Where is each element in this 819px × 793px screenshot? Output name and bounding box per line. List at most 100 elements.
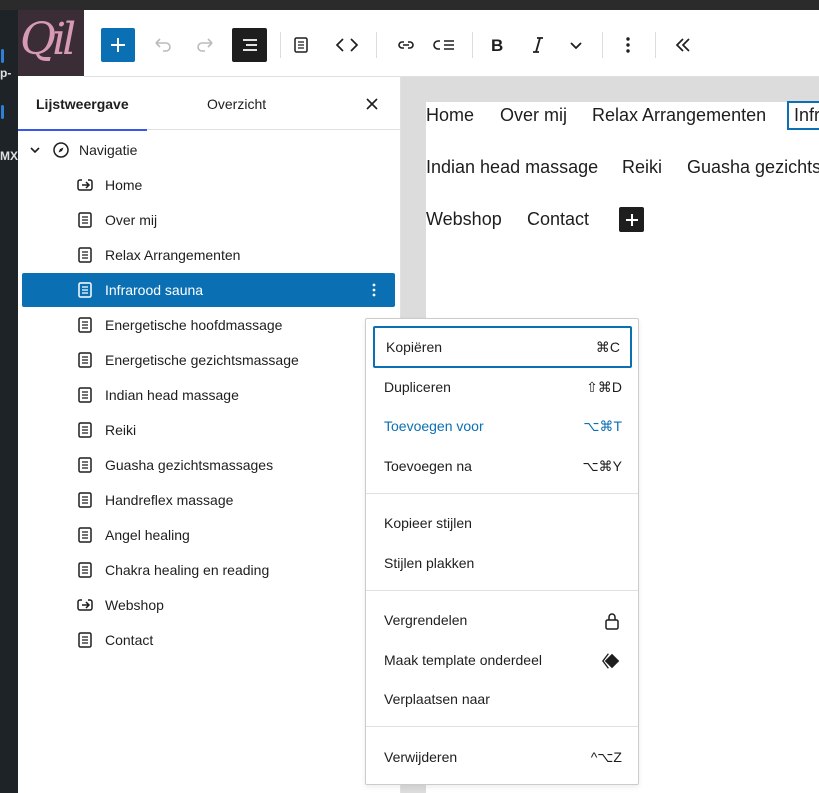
tree-item[interactable]: Relax Arrangementen — [22, 238, 395, 272]
site-logo[interactable]: Qil — [18, 10, 84, 76]
options-button[interactable] — [611, 28, 645, 62]
tree-item-label: Chakra healing en reading — [105, 562, 270, 578]
nav-link[interactable]: Indian head massage — [426, 157, 598, 178]
bold-icon: B — [491, 36, 503, 55]
tree-item-label: Handreflex massage — [105, 492, 234, 508]
menu-item-insert-before[interactable]: Toevoegen voor ⌥⌘T — [373, 405, 632, 447]
redo-button[interactable] — [188, 28, 222, 62]
menu-item-lock[interactable]: Vergrendelen — [373, 599, 632, 641]
menu-item-copy[interactable]: Kopiëren ⌘C — [373, 326, 632, 368]
tree-item[interactable]: Handreflex massage — [22, 483, 395, 517]
tab-list-view[interactable]: Lijstweergave — [18, 77, 147, 131]
plus-icon — [111, 38, 125, 52]
svg-text:B: B — [491, 36, 503, 55]
tree-item-label: Energetische gezichtsmassage — [105, 352, 299, 368]
document-overview-button[interactable] — [284, 28, 318, 62]
page-icon — [78, 247, 92, 263]
bold-button[interactable]: B — [480, 28, 514, 62]
undo-icon — [155, 38, 171, 52]
admin-label: p- — [0, 66, 12, 80]
tree-item-label: Indian head massage — [105, 387, 239, 403]
more-rich-text-button[interactable] — [559, 28, 593, 62]
tree-item-navigation[interactable]: Navigatie — [22, 133, 395, 167]
menu-item-label: Kopiëren — [386, 339, 443, 355]
tab-label: Overzicht — [207, 95, 267, 112]
tree-item-label: Energetische hoofdmassage — [105, 317, 283, 333]
close-panel-button[interactable] — [361, 93, 383, 115]
more-vertical-icon[interactable] — [365, 281, 383, 299]
menu-divider — [366, 590, 638, 591]
shortcut-label: ^⌥Z — [590, 748, 622, 765]
tree-item[interactable]: Indian head massage — [22, 378, 395, 412]
tree-item[interactable]: Contact — [22, 623, 395, 657]
compass-icon — [53, 142, 69, 158]
tree-item-label: Infrarood sauna — [105, 282, 204, 298]
shortcut-label: ⌥⌘T — [583, 417, 622, 434]
menu-item-delete[interactable]: Verwijderen ^⌥Z — [373, 736, 632, 778]
list-view-icon — [242, 39, 257, 51]
list-view-button[interactable] — [232, 28, 267, 62]
tree-item[interactable]: Angel healing — [22, 518, 395, 552]
tree-item[interactable]: Energetische hoofdmassage — [22, 308, 395, 342]
add-block-button[interactable] — [101, 28, 135, 62]
undo-button[interactable] — [146, 28, 180, 62]
nav-link[interactable]: Home — [426, 105, 474, 126]
menu-item-duplicate[interactable]: Dupliceren ⇧⌘D — [373, 366, 632, 408]
menu-item-create-template-part[interactable]: Maak template onderdeel — [373, 639, 632, 681]
close-icon — [366, 98, 378, 110]
tree-item[interactable]: Infrarood sauna — [22, 273, 395, 307]
browser-tab-strip — [0, 0, 819, 10]
menu-item-label: Toevoegen na — [384, 458, 472, 474]
nav-link[interactable]: Contact — [527, 209, 589, 230]
indicator-icon — [1, 49, 4, 63]
logo-text: Qil — [20, 14, 76, 65]
tree-item-label: Guasha gezichtsmassages — [105, 457, 274, 473]
nav-link[interactable]: Guasha gezichts — [687, 157, 819, 178]
menu-item-insert-after[interactable]: Toevoegen na ⌥⌘Y — [373, 445, 632, 487]
nav-link[interactable]: Reiki — [622, 157, 662, 178]
tree-item[interactable]: Chakra healing en reading — [22, 553, 395, 587]
tree-item[interactable]: Guasha gezichtsmassages — [22, 448, 395, 482]
menu-item-label: Verplaatsen naar — [384, 691, 490, 707]
italic-button[interactable] — [521, 28, 555, 62]
shortcut-label: ⌥⌘Y — [582, 457, 622, 474]
custom-link-icon — [77, 599, 93, 611]
tree-item[interactable]: Energetische gezichtsmassage — [22, 343, 395, 377]
menu-item-move-to[interactable]: Verplaatsen naar — [373, 678, 632, 720]
tree-item[interactable]: Reiki — [22, 413, 395, 447]
chevrons-left-icon — [675, 38, 690, 52]
menu-item-label: Stijlen plakken — [384, 555, 475, 571]
tree-item[interactable]: Over mij — [22, 203, 395, 237]
link-button[interactable] — [389, 28, 423, 62]
menu-item-label: Vergrendelen — [384, 612, 468, 628]
nav-link[interactable]: Webshop — [426, 209, 502, 230]
collapse-button[interactable] — [666, 28, 700, 62]
chevron-down-icon[interactable] — [28, 143, 42, 157]
page-icon — [78, 212, 92, 228]
italic-icon — [533, 37, 543, 53]
nav-link[interactable]: Relax Arrangementen — [592, 105, 766, 126]
tree-item[interactable]: Home — [22, 168, 395, 202]
menu-divider — [366, 726, 638, 727]
add-submenu-button[interactable] — [428, 28, 462, 62]
tree-item-label: Contact — [105, 632, 154, 648]
menu-item-label: Dupliceren — [384, 379, 451, 395]
nav-link-selected[interactable]: Infr — [786, 101, 819, 130]
menu-item-paste-styles[interactable]: Stijlen plakken — [373, 542, 632, 584]
add-nav-item-button[interactable] — [619, 207, 644, 232]
custom-link-icon — [77, 179, 93, 191]
plus-icon — [625, 213, 638, 226]
menu-item-copy-styles[interactable]: Kopieer stijlen — [373, 502, 632, 544]
admin-label: MX — [0, 149, 18, 163]
page-icon — [78, 282, 92, 298]
page-icon — [78, 492, 92, 508]
code-icon — [335, 38, 359, 52]
link-icon — [398, 41, 414, 49]
code-button[interactable] — [330, 28, 364, 62]
tree-item[interactable]: Webshop — [22, 588, 395, 622]
nav-link[interactable]: Over mij — [500, 105, 567, 126]
tab-overview[interactable]: Overzicht — [207, 77, 266, 130]
redo-icon — [197, 38, 213, 52]
lock-icon — [605, 613, 619, 630]
tree-item-label: Relax Arrangementen — [105, 247, 241, 263]
